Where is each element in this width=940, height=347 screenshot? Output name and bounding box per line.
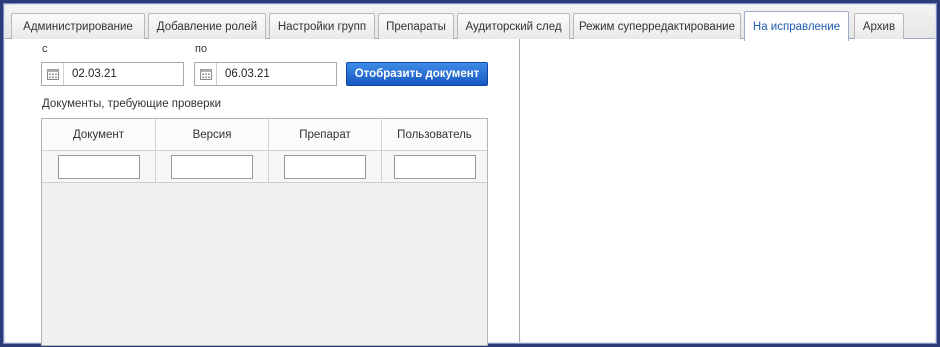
- tab-label: Настройки групп: [277, 20, 367, 33]
- tab-label: Добавление ролей: [156, 20, 258, 33]
- filter-cell: [156, 151, 269, 182]
- column-label: Пользователь: [397, 128, 472, 141]
- filter-cell: [382, 151, 487, 182]
- column-document[interactable]: Документ: [42, 119, 156, 150]
- tab-label: На исправление: [752, 20, 841, 33]
- tab-super-edit-mode[interactable]: Режим суперредактирование: [573, 13, 741, 39]
- left-panel: с по 02.03.21 06.03.21 Отобразить докуме…: [5, 39, 520, 346]
- tab-administration[interactable]: Администрирование: [11, 13, 145, 39]
- date-from-field[interactable]: 02.03.21: [41, 62, 184, 86]
- tab-label: Режим суперредактирование: [578, 20, 735, 33]
- column-user[interactable]: Пользователь: [382, 119, 487, 150]
- tab-drugs[interactable]: Препараты: [378, 13, 454, 39]
- from-label: с: [42, 43, 48, 55]
- column-label: Препарат: [299, 128, 351, 141]
- tab-group-settings[interactable]: Настройки групп: [269, 13, 375, 39]
- calendar-icon[interactable]: [195, 63, 217, 85]
- filter-drug-input[interactable]: [284, 154, 366, 179]
- column-drug[interactable]: Препарат: [269, 119, 382, 150]
- tab-archive[interactable]: Архив: [854, 13, 904, 39]
- right-panel: [521, 39, 935, 342]
- filter-user-input[interactable]: [393, 154, 476, 179]
- date-from-value: 02.03.21: [72, 68, 117, 80]
- filter-document-input[interactable]: [57, 154, 140, 179]
- tab-label: Администрирование: [23, 20, 133, 33]
- date-to-value: 06.03.21: [225, 68, 270, 80]
- tab-bar: Администрирование Добавление ролей Настр…: [5, 5, 935, 41]
- filter-version-input[interactable]: [171, 154, 253, 179]
- calendar-icon[interactable]: [42, 63, 64, 85]
- column-label: Документ: [72, 128, 124, 141]
- filter-cell: [269, 151, 382, 182]
- show-document-label: Отобразить документ: [354, 68, 480, 80]
- filter-cell: [42, 151, 156, 182]
- section-title: Документы, требующие проверки: [42, 98, 222, 110]
- tab-label: Аудиторский след: [465, 20, 562, 33]
- tab-for-correction[interactable]: На исправление: [744, 11, 849, 41]
- to-label: по: [195, 43, 208, 55]
- column-label: Версия: [192, 128, 232, 141]
- show-document-button[interactable]: Отобразить документ: [346, 62, 488, 86]
- table-header: Документ Версия Препарат Пользователь: [42, 119, 487, 151]
- tab-add-roles[interactable]: Добавление ролей: [148, 13, 266, 39]
- tab-audit-trail[interactable]: Аудиторский след: [457, 13, 570, 39]
- documents-table: Документ Версия Препарат Пользователь: [41, 118, 488, 346]
- tab-label: Архив: [862, 20, 896, 33]
- column-version[interactable]: Версия: [156, 119, 269, 150]
- tab-label: Препараты: [386, 20, 446, 33]
- date-to-field[interactable]: 06.03.21: [194, 62, 337, 86]
- table-filter-row: [42, 151, 487, 183]
